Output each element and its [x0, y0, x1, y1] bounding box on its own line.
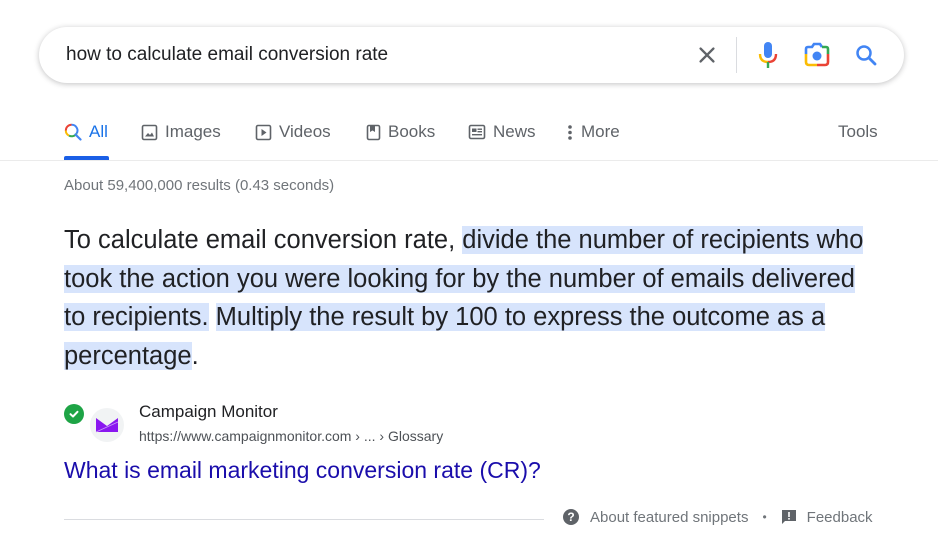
tab-books[interactable]: Books — [366, 122, 435, 142]
site-url[interactable]: https://www.campaignmonitor.com › ... › … — [139, 428, 443, 444]
image-icon — [141, 124, 158, 140]
active-tab-indicator — [64, 156, 109, 160]
book-icon — [366, 124, 381, 140]
about-featured-snippets-link[interactable]: About featured snippets — [590, 509, 748, 526]
microphone-icon — [758, 42, 778, 68]
tab-label: Books — [388, 122, 436, 141]
search-tabs: All Images Videos Books News More Tools — [0, 110, 938, 161]
help-icon: ? — [562, 508, 580, 526]
result-stats: About 59,400,000 results (0.43 seconds) — [64, 177, 335, 194]
search-box[interactable]: how to calculate email conversion rate — [39, 27, 904, 83]
tab-label: All — [89, 122, 108, 141]
tab-news[interactable]: News — [468, 122, 536, 142]
tab-videos[interactable]: Videos — [255, 122, 331, 142]
more-vert-icon — [568, 124, 572, 140]
envelope-icon — [95, 418, 119, 433]
feedback-link[interactable]: Feedback — [807, 509, 873, 526]
result-title-link[interactable]: What is email marketing conversion rate … — [64, 457, 541, 484]
svg-text:?: ? — [567, 510, 574, 524]
close-icon — [699, 47, 715, 63]
news-icon — [468, 124, 486, 140]
snippet-intro: To calculate email conversion rate, — [64, 226, 463, 254]
tab-images[interactable]: Images — [141, 122, 221, 142]
feedback-icon — [781, 509, 797, 525]
camera-lens-icon — [804, 42, 830, 67]
tools-button[interactable]: Tools — [838, 122, 878, 142]
site-favicon — [90, 408, 124, 442]
clear-search-button[interactable] — [691, 39, 723, 71]
tab-label: News — [493, 122, 536, 141]
snippet-end: . — [191, 341, 199, 370]
search-button[interactable] — [850, 39, 882, 71]
play-icon — [255, 124, 272, 140]
tab-all[interactable]: All — [64, 122, 108, 142]
tab-label: Images — [165, 122, 221, 141]
search-divider — [736, 37, 737, 73]
snippet-footer: ? About featured snippets • Feedback — [562, 508, 873, 526]
lens-search-button[interactable] — [801, 39, 833, 71]
site-name: Campaign Monitor — [139, 402, 278, 421]
voice-search-button[interactable] — [752, 39, 784, 71]
tab-label: More — [581, 122, 620, 141]
search-input[interactable]: how to calculate email conversion rate — [66, 44, 388, 66]
tab-more[interactable]: More — [566, 122, 620, 142]
footer-divider — [64, 519, 544, 520]
tools-label: Tools — [838, 122, 878, 141]
tab-label: Videos — [279, 122, 331, 141]
featured-snippet-text: To calculate email conversion rate, divi… — [64, 221, 864, 375]
footer-separator: • — [762, 510, 767, 524]
search-icon — [856, 45, 877, 66]
snippet-space — [209, 303, 216, 331]
verified-check-icon — [64, 404, 84, 424]
search-icon — [64, 123, 82, 141]
